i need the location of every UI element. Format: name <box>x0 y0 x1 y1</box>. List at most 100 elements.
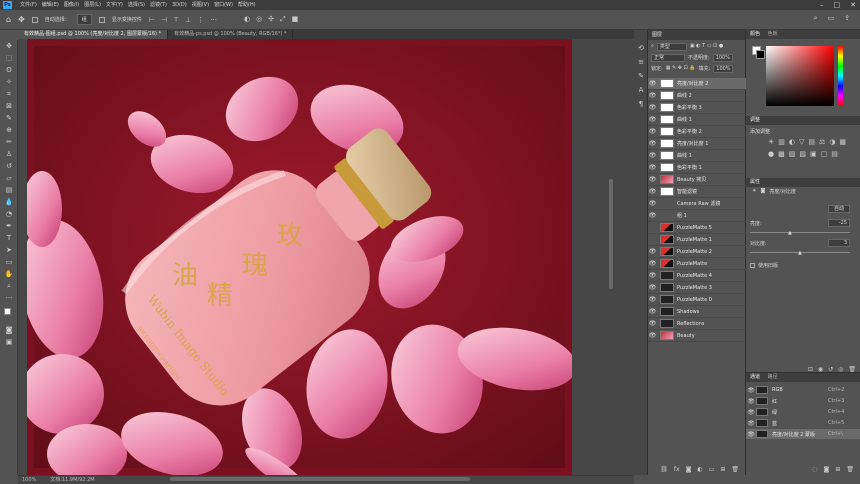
layer-visibility-eye-icon[interactable]: 👁 <box>648 248 657 255</box>
clone-stamp-icon[interactable]: ♙ <box>4 150 14 158</box>
auto-button[interactable]: 自动 <box>828 205 850 213</box>
share-icon[interactable]: ⇪ <box>844 14 850 23</box>
tab-document-2[interactable]: 有效精品-ps.psd @ 100% (Beauty, RGB/16*) * <box>168 30 294 39</box>
channel-row[interactable]: 👁 亮度/对比度 2 蒙版 Ctrl+\ <box>746 429 860 439</box>
zoom-tool-icon[interactable]: ⌕ <box>4 282 14 290</box>
properties-panel-header[interactable]: 属性 <box>746 178 860 187</box>
legacy-checkbox[interactable] <box>750 263 755 268</box>
canvas-vertical-scrollbar[interactable] <box>609 179 613 289</box>
layer-row[interactable]: 👁 Reflections <box>648 318 746 330</box>
layer-visibility-eye-icon[interactable]: 👁 <box>648 212 657 219</box>
layers-panel-title[interactable]: 图层 <box>648 30 745 40</box>
brightness-slider[interactable] <box>750 232 850 233</box>
eyedropper-icon[interactable]: ✎ <box>4 114 14 122</box>
blend-mode-dropdown[interactable]: 正常 <box>651 54 685 62</box>
contrast-slider-thumb[interactable]: ▲ <box>798 250 802 256</box>
channel-visibility-eye-icon[interactable]: 👁 <box>746 409 756 416</box>
align-icons[interactable]: ⊢ ⊣ ⊤ ⊥ ⋮ ··· <box>149 16 217 24</box>
channel-visibility-eye-icon[interactable]: 👁 <box>746 387 756 394</box>
eraser-tool-icon[interactable]: ▱ <box>4 174 14 182</box>
minimize-button[interactable]: – <box>820 0 824 10</box>
adjustment-icons[interactable]: ☀ ▥ ◐ ▽ ▤ ⚖ ◑ ▦ ● ▩ ▨ ▧ ▣ ▢ ▤ <box>768 138 848 158</box>
fx-icon[interactable]: fx <box>674 466 680 473</box>
layer-row[interactable]: 👁 亮度/对比度 1 <box>648 138 746 150</box>
layer-row[interactable]: 👁 PuzzleMatte <box>648 258 746 270</box>
layer-row[interactable]: 👁 Beauty 拷贝 <box>648 174 746 186</box>
adjust-panel-header[interactable]: 调整 <box>746 116 860 125</box>
menu-item[interactable]: 文字(Y) <box>106 0 123 10</box>
character-icon[interactable]: A <box>637 86 645 94</box>
menu-item[interactable]: 滤镜(T) <box>150 0 167 10</box>
lock-icons[interactable]: ▦ ✎ ✥ ⊡ 🔒 <box>666 65 696 73</box>
layer-filter-dropdown[interactable]: 类型 <box>656 43 687 51</box>
gradient-tool-icon[interactable]: ▤ <box>4 186 14 194</box>
layer-row[interactable]: 👁 色彩平衡 3 <box>648 102 746 114</box>
channel-visibility-eye-icon[interactable]: 👁 <box>746 420 756 427</box>
layer-visibility-eye-icon[interactable]: 👁 <box>648 176 657 183</box>
canvas-horizontal-scrollbar[interactable] <box>170 477 470 481</box>
layer-row[interactable]: PuzzleMatte 1 <box>648 234 746 246</box>
layer-visibility-eye-icon[interactable]: 👁 <box>648 332 657 339</box>
menu-item[interactable]: 文件(F) <box>20 0 37 10</box>
show-transform-checkbox[interactable] <box>98 16 105 23</box>
layer-visibility-eye-icon[interactable]: 👁 <box>648 272 657 279</box>
menu-item[interactable]: 图像(I) <box>64 0 79 10</box>
bg-color-swatch[interactable] <box>756 50 765 59</box>
crop-tool-icon[interactable]: ⌗ <box>4 90 14 98</box>
channel-visibility-eye-icon[interactable]: 👁 <box>746 398 756 405</box>
layer-visibility-eye-icon[interactable]: 👁 <box>648 128 657 135</box>
menu-item[interactable]: 编辑(E) <box>42 0 59 10</box>
layer-visibility-eye-icon[interactable]: 👁 <box>648 308 657 315</box>
move-tool-icon[interactable]: ✥ <box>4 42 14 50</box>
mask-icon[interactable]: ◙ <box>760 188 765 195</box>
menu-item[interactable]: 视图(V) <box>192 0 209 10</box>
layer-row[interactable]: 👁 曲线 1 <box>648 150 746 162</box>
layer-row[interactable]: 👁 PuzzleMatte 0 <box>648 294 746 306</box>
layer-visibility-eye-icon[interactable]: 👁 <box>648 152 657 159</box>
layer-row[interactable]: 👁 色彩平衡 2 <box>648 126 746 138</box>
history-brush-icon[interactable]: ↺ <box>4 162 14 170</box>
brush-settings-icon[interactable]: ✎ <box>637 72 645 80</box>
hue-slider[interactable] <box>838 46 843 106</box>
tab-color[interactable]: 颜色 <box>750 31 760 37</box>
frame-tool-icon[interactable]: ⊠ <box>4 102 14 110</box>
tab-paths[interactable]: 路径 <box>768 374 778 380</box>
menu-item[interactable]: 窗口(W) <box>214 0 233 10</box>
channel-row[interactable]: 👁 蓝 Ctrl+5 <box>746 418 860 428</box>
opacity-input[interactable]: 100% <box>712 54 733 62</box>
workspace-icon[interactable]: ▭ <box>828 14 835 23</box>
path-select-icon[interactable]: ➤ <box>4 246 14 254</box>
new-adjustment-icon[interactable]: ◐ <box>697 466 702 473</box>
layer-row[interactable]: 👁 Shadows <box>648 306 746 318</box>
tab-swatches[interactable]: 色板 <box>768 31 778 37</box>
layer-row[interactable]: 👁 组 1 <box>648 210 746 222</box>
zoom-level[interactable]: 100% <box>22 476 36 484</box>
channel-visibility-eye-icon[interactable]: 👁 <box>746 431 756 438</box>
maximize-button[interactable]: □ <box>834 0 841 10</box>
close-button[interactable]: ✕ <box>850 0 856 10</box>
menu-item[interactable]: 选择(S) <box>128 0 145 10</box>
home-icon[interactable]: ⌂ <box>6 15 11 24</box>
menu-item[interactable]: 帮助(H) <box>238 0 256 10</box>
canvas-area[interactable]: 玫 瑰 精 油 Wubin Image Studio BY PHOTOGRAPH… <box>18 39 634 475</box>
channel-row[interactable]: 👁 红 Ctrl+3 <box>746 396 860 406</box>
tab-document-1[interactable]: 有效精品-图组.psd @ 100% (亮度/对比度 2, 图层蒙版/16) * <box>18 30 169 39</box>
foreground-color-swatch[interactable] <box>4 308 11 315</box>
lasso-tool-icon[interactable]: ʘ <box>4 66 14 74</box>
hand-tool-icon[interactable]: ✋ <box>4 270 14 278</box>
layer-visibility-eye-icon[interactable]: 👁 <box>648 164 657 171</box>
layer-visibility-eye-icon[interactable]: 👁 <box>648 284 657 291</box>
layer-row[interactable]: 👁 PuzzleMatte 2 <box>648 246 746 258</box>
layer-row[interactable]: 👁 曲线 2 <box>648 90 746 102</box>
layer-row[interactable]: 👁 智能滤镜 <box>648 186 746 198</box>
history-icon[interactable]: ⟲ <box>637 44 645 52</box>
tab-channels[interactable]: 通道 <box>750 374 760 380</box>
move-tool-icon[interactable]: ✥ <box>18 15 25 24</box>
layer-row[interactable]: 👁 Camera Raw 滤镜 <box>648 198 746 210</box>
channel-row[interactable]: 👁 RGB Ctrl+2 <box>746 385 860 395</box>
layer-row[interactable]: 👁 曲线 1 <box>648 114 746 126</box>
quick-mask-icon[interactable]: ◙ <box>4 326 14 334</box>
layer-row[interactable]: 👁 亮度/对比度 2 <box>648 78 746 90</box>
new-group-icon[interactable]: ▭ <box>709 466 715 473</box>
layer-visibility-eye-icon[interactable]: 👁 <box>648 320 657 327</box>
